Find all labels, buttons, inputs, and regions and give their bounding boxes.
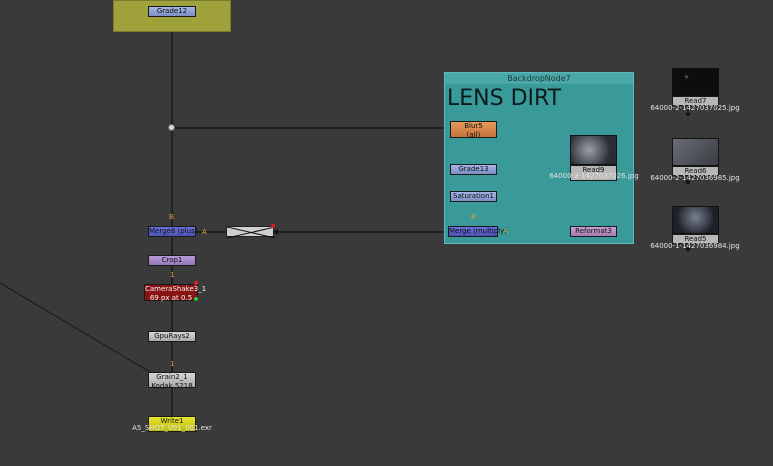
node-blur5-sub: (all) bbox=[466, 131, 481, 139]
node-grade12[interactable]: Grade12 bbox=[148, 6, 196, 17]
node-saturation1[interactable]: Saturation1 bbox=[450, 191, 497, 202]
node-blur5-label: Blur5 bbox=[464, 122, 483, 130]
camerashake-green-indicator bbox=[194, 297, 198, 301]
read5-thumbnail[interactable] bbox=[672, 206, 719, 234]
disabled-mask-indicator bbox=[271, 224, 275, 228]
wire-offscreen-grain bbox=[0, 282, 151, 373]
node-gpurays2[interactable]: GpuRays2 bbox=[148, 331, 196, 342]
read7-thumbnail[interactable] bbox=[672, 68, 719, 96]
node-graph[interactable]: BackdropNode7 LENS DIRT Grade12 Blur5 (a… bbox=[0, 0, 773, 466]
node-grade13[interactable]: Grade13 bbox=[450, 164, 497, 175]
read9-thumbnail[interactable] bbox=[570, 135, 617, 165]
node-saturation1-label: Saturation1 bbox=[453, 192, 494, 200]
pipe-label-b-right: B bbox=[471, 213, 476, 221]
node-reformat3[interactable]: Reformat3 bbox=[570, 226, 617, 237]
node-grain2-label: Grain2_1 bbox=[156, 373, 188, 381]
pipe-label-1b: 1 bbox=[170, 360, 175, 368]
node-merge-multiply[interactable]: Merge (multiply) bbox=[448, 226, 507, 237]
node-crop1[interactable]: Crop1 bbox=[148, 255, 196, 266]
node-merge8-label: Merge8 (plus) bbox=[149, 227, 198, 235]
pipe-label-b: B bbox=[169, 213, 174, 221]
node-camerashake-sub: 69 px at 0.5 bbox=[149, 294, 193, 302]
node-camerashake[interactable]: CameraShake3_1 69 px at 0.5 bbox=[144, 284, 207, 302]
disabled-cross-icon bbox=[227, 227, 275, 238]
node-crop1-label: Crop1 bbox=[161, 256, 183, 264]
node-blur5[interactable]: Blur5 (all) bbox=[450, 121, 497, 139]
node-read9-file: 64000-3-1427037026.jpg bbox=[549, 172, 639, 180]
camerashake-red-indicator bbox=[194, 281, 198, 285]
node-grain2[interactable]: Grain2_1 Kodak 5218 bbox=[148, 372, 196, 390]
dot-node[interactable] bbox=[168, 124, 175, 131]
read6-thumbnail[interactable] bbox=[672, 138, 719, 166]
node-merge-multiply-label: Merge (multiply) bbox=[449, 227, 507, 235]
node-merge8[interactable]: Merge8 (plus) bbox=[148, 226, 198, 237]
node-reformat3-label: Reformat3 bbox=[575, 227, 612, 235]
pipe-label-a-right: A bbox=[503, 227, 508, 235]
node-gpurays2-label: GpuRays2 bbox=[154, 332, 190, 340]
pipe-label-a-left: A bbox=[202, 228, 207, 236]
node-read5-file: 64000-1-1427036984.jpg bbox=[650, 242, 740, 250]
node-grade12-label: Grade12 bbox=[156, 7, 188, 15]
pipe-label-1a: 1 bbox=[170, 271, 175, 279]
node-read6-file: 64000-2-1427036985.jpg bbox=[650, 174, 740, 182]
arrowhead-read7 bbox=[685, 113, 691, 117]
node-read7-file: 64000-2-1427037025.jpg bbox=[650, 104, 740, 112]
node-write1-file: A5_SHOT_V01_001.exr bbox=[132, 424, 212, 432]
node-disabled[interactable] bbox=[226, 226, 275, 238]
node-grade13-label: Grade13 bbox=[458, 165, 489, 173]
connection-wires bbox=[0, 17, 691, 416]
backdrop-label: LENS DIRT bbox=[447, 86, 562, 111]
node-grain2-sub: Kodak 5218 bbox=[151, 382, 193, 390]
node-camerashake-label: CameraShake3_1 bbox=[145, 285, 207, 293]
backdrop-title: BackdropNode7 bbox=[445, 73, 633, 84]
